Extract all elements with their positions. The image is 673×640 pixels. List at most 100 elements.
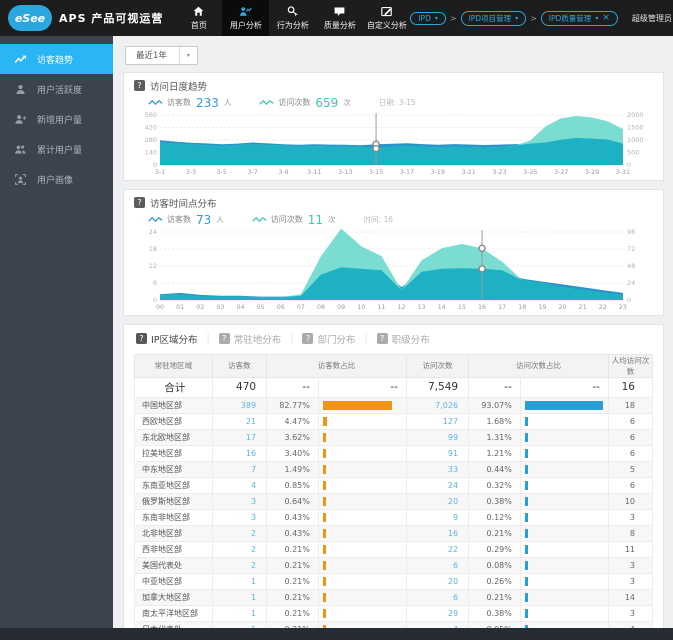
visitors-value[interactable]: 17 [211, 428, 268, 446]
legend-unit: 人 [216, 215, 224, 224]
hourly-chart[interactable]: 0 06 2412 4818 7224 9600 01 02 03 04 05 06 07 08 09 10 1… [134, 228, 653, 312]
percentage-bar-cell [317, 428, 407, 446]
svg-text:0: 0 [627, 296, 631, 304]
tab-1[interactable]: ? 常驻地分布 [218, 332, 281, 346]
visitors-value[interactable]: 7 [211, 460, 268, 478]
sidebar-item-3[interactable]: 累计用户量 [0, 134, 113, 164]
visits-value[interactable]: 7,026 [405, 396, 470, 414]
visitors-value[interactable]: 2 [211, 524, 268, 542]
svg-text:3-7: 3-7 [247, 169, 257, 176]
visits-value[interactable]: 22 [405, 540, 470, 558]
nav-item-4[interactable]: 自定义分析 [363, 0, 410, 36]
table-row: 中东地区部 7 1.49% 33 0.44% 5 [134, 460, 654, 478]
visitors-bar [322, 560, 326, 570]
visitors-bar [322, 432, 326, 442]
tab-3[interactable]: ? 职级分布 [376, 332, 430, 346]
sidebar-item-2[interactable]: 新增用户量 [0, 104, 113, 134]
svg-text:19: 19 [538, 304, 546, 311]
help-icon[interactable]: ? [134, 197, 145, 208]
chevron-down-icon[interactable]: ▾ [435, 15, 438, 22]
chevron-down-icon[interactable]: ▾ [178, 46, 197, 64]
visitors-pct: 0.21% [266, 540, 319, 558]
visits-value[interactable]: 91 [405, 444, 470, 462]
visitors-value[interactable]: 1 [211, 588, 268, 606]
svg-text:280: 280 [145, 136, 157, 144]
svg-text:6: 6 [153, 279, 157, 287]
visitors-value[interactable]: 1 [211, 572, 268, 590]
visits-value[interactable]: 29 [405, 604, 470, 622]
visitors-value[interactable]: 2 [211, 540, 268, 558]
svg-text:01: 01 [176, 304, 184, 311]
filter-pill-0[interactable]: IPD ▾ [410, 11, 446, 25]
visits-value[interactable]: 99 [405, 428, 470, 446]
visitors-value[interactable]: 3 [211, 492, 268, 510]
legend-label: 访客数 [167, 215, 191, 224]
help-icon[interactable]: ? [376, 333, 388, 344]
tab-2[interactable]: ? 部门分布 [302, 332, 355, 346]
help-icon[interactable]: ? [218, 333, 230, 344]
zigzag-line-icon [259, 99, 274, 106]
visits-value[interactable]: 20 [405, 492, 470, 510]
tab-separator: | [364, 333, 368, 344]
visits-value[interactable]: 6 [405, 588, 470, 606]
sidebar-item-1[interactable]: 用户活跃度 [0, 74, 113, 104]
date-range-select[interactable]: 最近1年 ▾ [125, 45, 198, 65]
visits-value[interactable]: 4 [405, 620, 470, 628]
nav-item-3[interactable]: 质量分析 [316, 0, 363, 36]
nav-item-2[interactable]: 行为分析 [269, 0, 316, 36]
nav-item-0[interactable]: 首页 [175, 0, 222, 36]
per-capita-value: 6 [607, 428, 654, 446]
chevron-down-icon[interactable]: ▾ [515, 15, 518, 22]
visitors-value[interactable]: 16 [211, 444, 268, 462]
visitors-pct: 0.21% [266, 588, 319, 606]
visitors-bar [322, 576, 326, 586]
visits-value[interactable]: 24 [405, 476, 470, 494]
visits-pct: 1.21% [468, 444, 521, 462]
daily-trend-chart[interactable]: 0 0 140 500 280 1000 420 1500 560 2000 3-1 3-3 3-5 3-… [134, 111, 653, 177]
visitors-value[interactable]: 4 [211, 476, 268, 494]
visitors-pct: 0.21% [266, 556, 319, 574]
visitors-value[interactable]: 389 [211, 396, 268, 414]
visits-value[interactable]: 9 [405, 508, 470, 526]
visits-bar [524, 448, 528, 458]
tab-0[interactable]: ? IP区域分布 [136, 332, 198, 346]
chevron-down-icon[interactable]: ▾ [595, 15, 598, 22]
main-nav: 首页 用户分析 行为分析 质量分析 自定义分析 [175, 0, 410, 36]
visits-value[interactable]: 6 [405, 556, 470, 574]
svg-text:12: 12 [398, 304, 406, 311]
nav-item-label: 行为分析 [276, 21, 309, 30]
help-icon[interactable]: ? [134, 80, 145, 91]
svg-text:13: 13 [418, 304, 426, 311]
filter-pill-1[interactable]: IPD项目管理 ▾ [460, 10, 527, 26]
brand[interactable]: eSee APS 产品可视运营 [0, 0, 175, 36]
app-window: eSee APS 产品可视运营 首页 用户分析 行为分析 质量分析 自定义分析 IPD ▾… [0, 0, 673, 640]
visits-pct: 93.07% [468, 396, 521, 414]
svg-text:3-29: 3-29 [585, 169, 599, 176]
sidebar-item-0[interactable]: 访客趋势 [0, 44, 113, 74]
visitors-value[interactable]: 21 [211, 412, 268, 430]
close-icon[interactable]: × [602, 13, 610, 23]
region-cell: 日本代表处 [134, 620, 213, 628]
help-icon[interactable]: ? [302, 333, 314, 344]
visitors-bar [322, 512, 326, 522]
visitors-value[interactable]: 3 [211, 508, 268, 526]
svg-text:500: 500 [627, 148, 639, 156]
filter-pill-2[interactable]: IPD质量管理 ▾ × [540, 10, 618, 26]
svg-text:14: 14 [438, 304, 446, 311]
sidebar-item-4[interactable]: 用户画像 [0, 164, 113, 194]
per-capita-value: 8 [607, 524, 654, 542]
sidebar-item-label: 累计用户量 [37, 145, 83, 156]
help-icon[interactable]: ? [136, 333, 147, 344]
nav-item-1[interactable]: 用户分析 [222, 0, 270, 36]
visitors-pct: 82.77% [266, 396, 319, 414]
percentage-bar-cell [317, 412, 407, 430]
visitors-value[interactable]: 1 [211, 604, 268, 622]
visits-value[interactable]: 33 [405, 460, 470, 478]
visitors-value[interactable]: 2 [211, 556, 268, 574]
visits-value[interactable]: 20 [405, 572, 470, 590]
table-row: 美国代表处 2 0.21% 6 0.08% 3 [134, 556, 654, 574]
visitors-value[interactable]: 1 [211, 620, 268, 628]
visits-value[interactable]: 127 [405, 412, 470, 430]
percentage-bar-cell [317, 476, 407, 494]
visits-value[interactable]: 16 [405, 524, 470, 542]
